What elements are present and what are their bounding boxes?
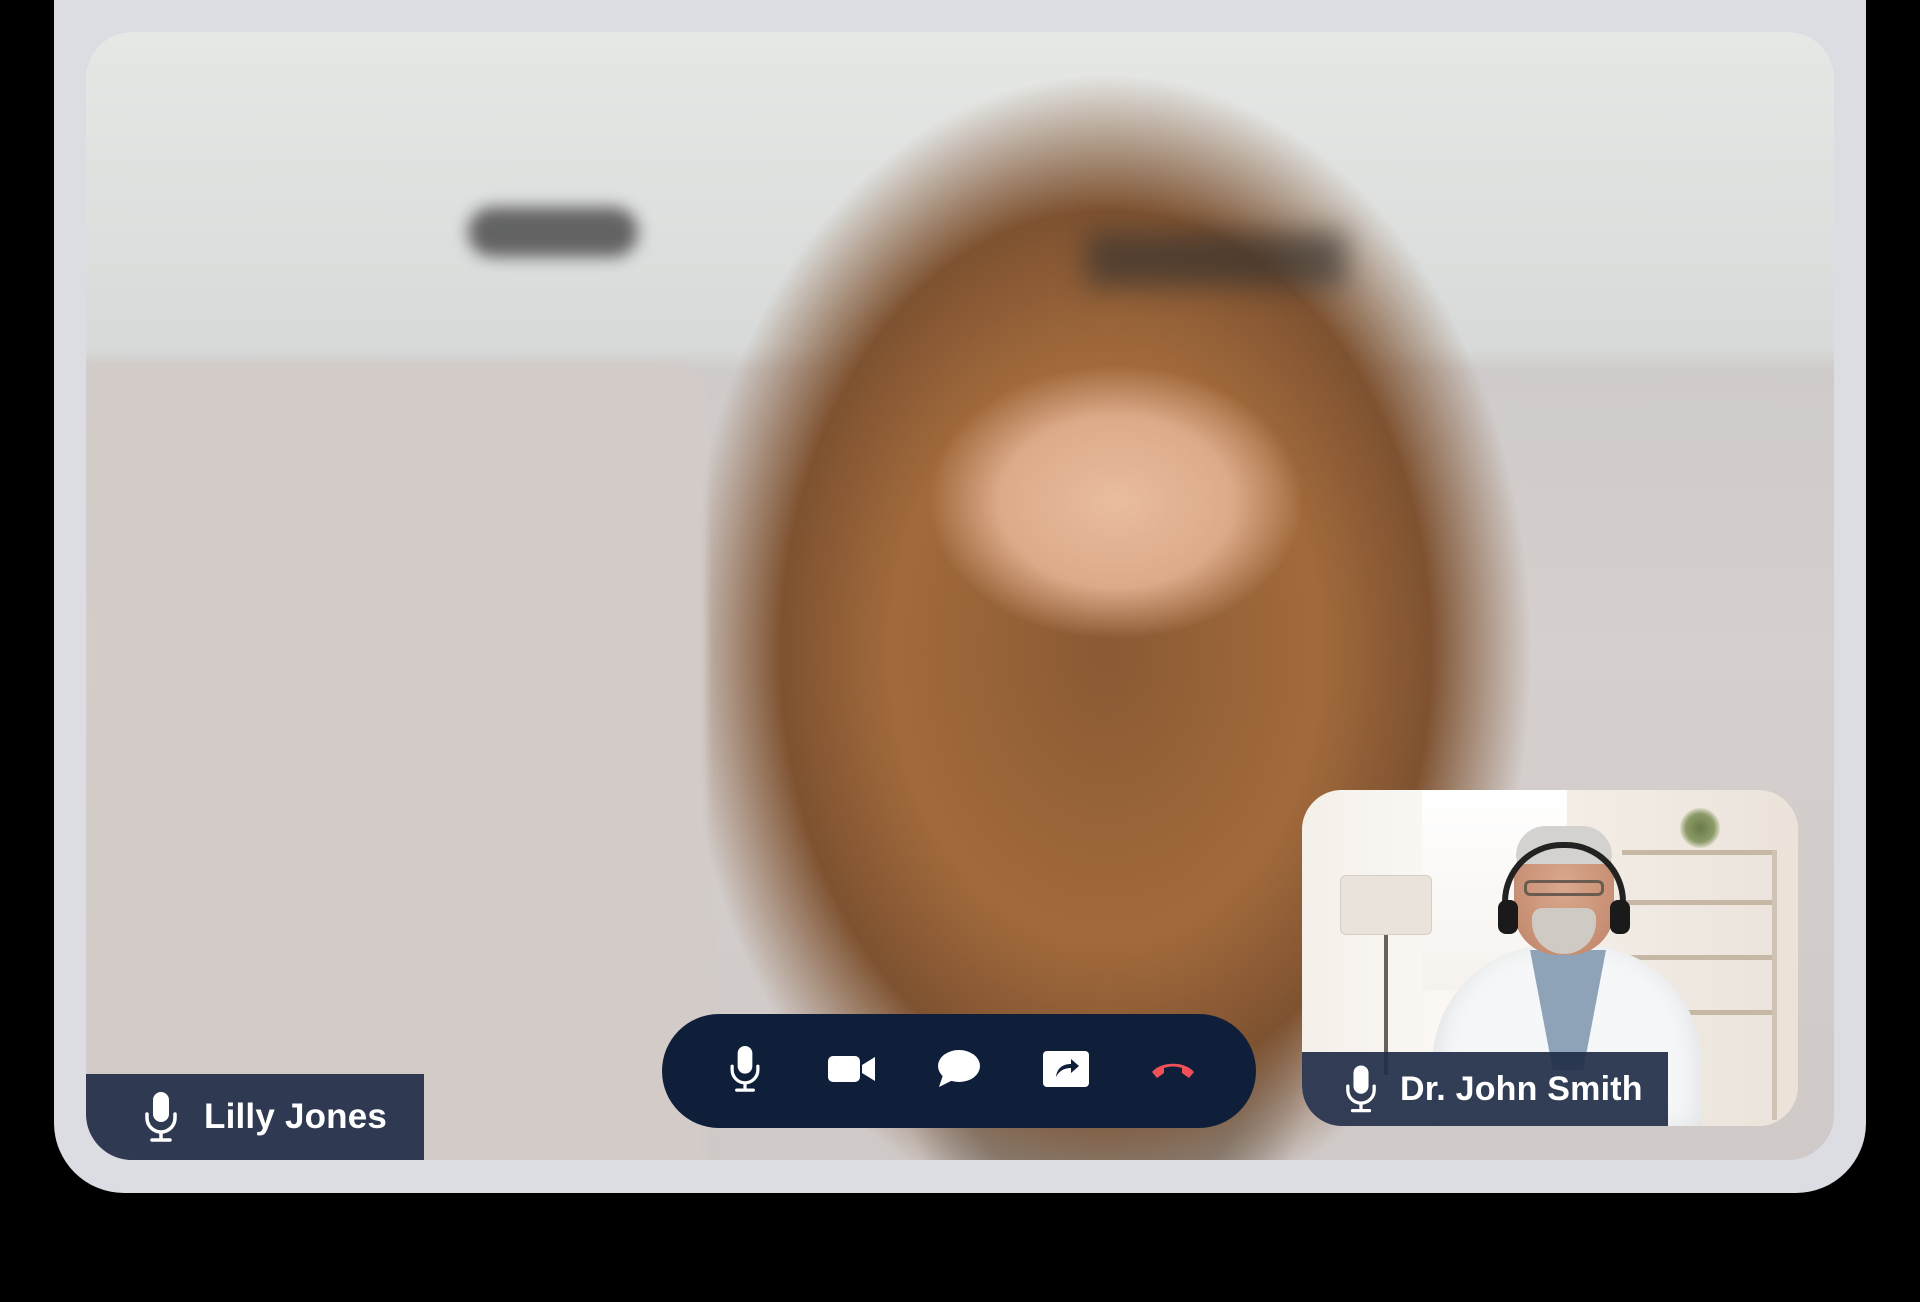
toggle-camera-button[interactable] [817, 1036, 887, 1106]
tablet-frame: Lilly Jones Dr. John Smith [54, 0, 1866, 1193]
call-control-bar [662, 1014, 1256, 1128]
video-call-screen: Lilly Jones Dr. John Smith [86, 32, 1834, 1160]
microphone-icon [142, 1091, 180, 1143]
mute-microphone-button[interactable] [710, 1036, 780, 1106]
main-participant-name-tag: Lilly Jones [86, 1074, 424, 1160]
share-icon [1042, 1050, 1089, 1092]
end-call-button[interactable] [1138, 1036, 1208, 1106]
headset-earcup [1610, 900, 1630, 934]
background-detail [1086, 232, 1346, 287]
open-chat-button[interactable] [924, 1036, 994, 1106]
pip-participant-name-tag: Dr. John Smith [1302, 1052, 1668, 1126]
background-lamp [1340, 875, 1432, 935]
share-screen-button[interactable] [1031, 1036, 1101, 1106]
chat-bubble-icon [937, 1049, 981, 1094]
microphone-icon [729, 1045, 761, 1097]
video-camera-icon [828, 1053, 876, 1090]
background-plant [1680, 808, 1720, 848]
headset-earcup [1498, 900, 1518, 934]
end-call-icon [1149, 1058, 1197, 1085]
background-sofa [86, 362, 706, 1160]
pip-participant-name: Dr. John Smith [1400, 1069, 1643, 1108]
self-view-video[interactable]: Dr. John Smith [1302, 790, 1798, 1126]
microphone-icon [1342, 1063, 1380, 1115]
main-participant-name: Lilly Jones [204, 1097, 388, 1136]
background-detail [468, 207, 638, 257]
